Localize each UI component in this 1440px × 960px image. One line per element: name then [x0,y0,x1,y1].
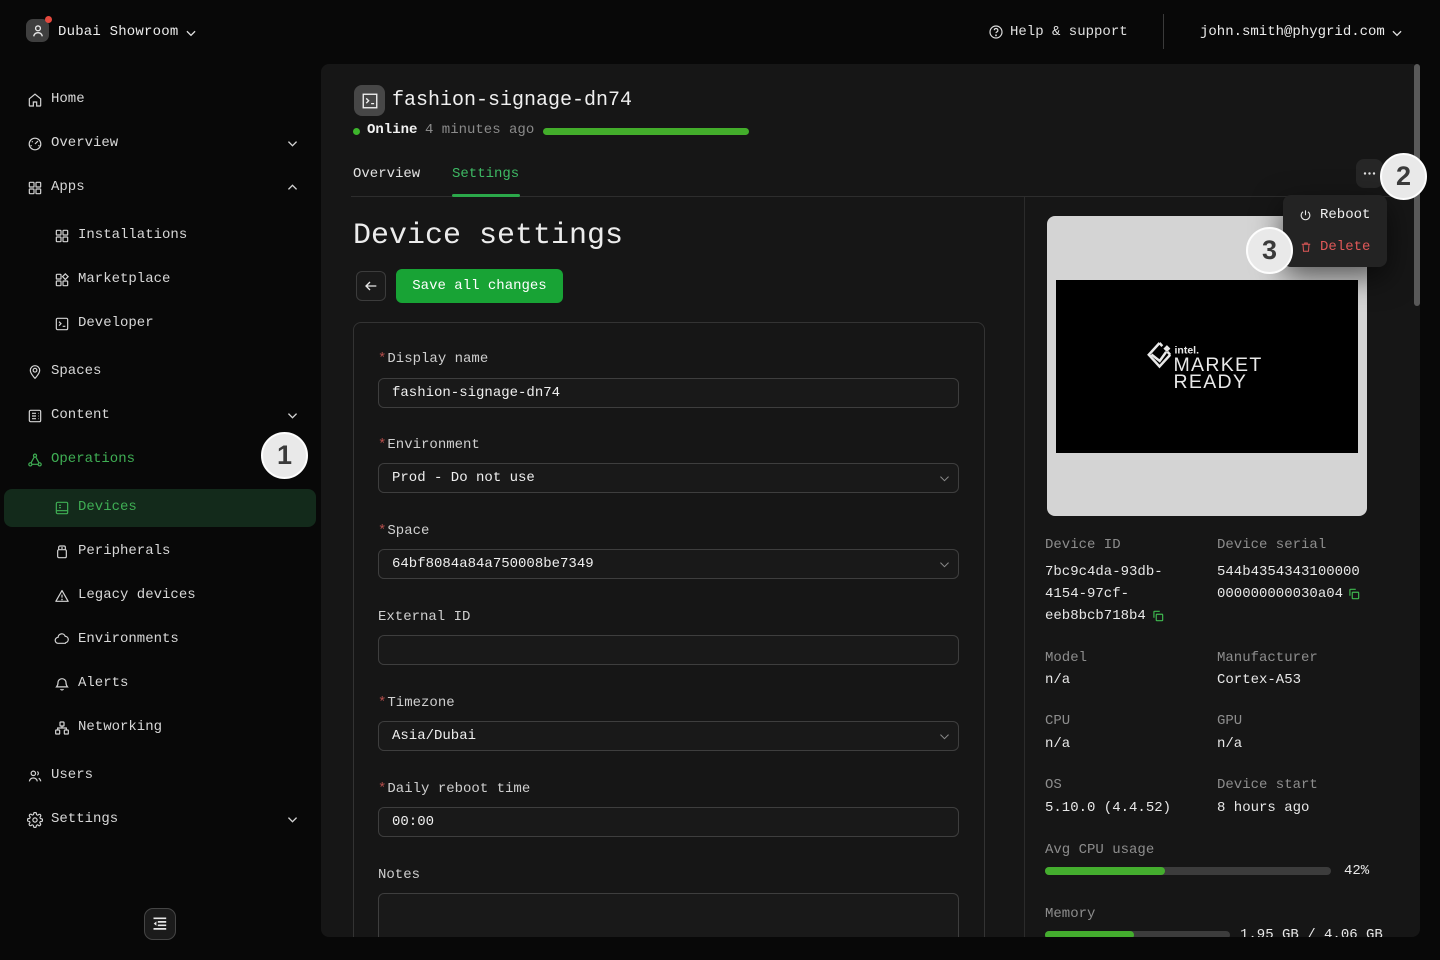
svg-text:READY: READY [1174,371,1248,393]
